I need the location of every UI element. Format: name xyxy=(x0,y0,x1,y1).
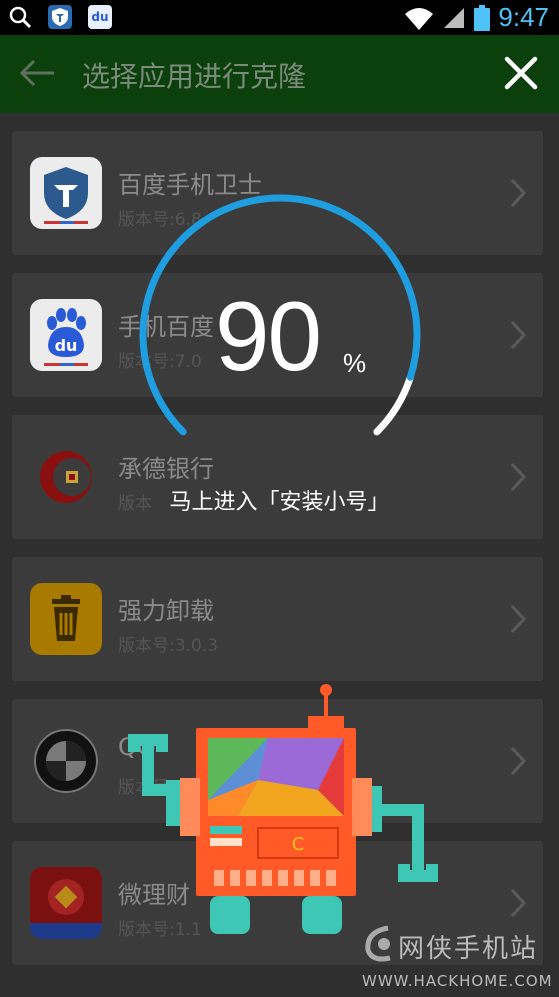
progress-value: 90 xyxy=(215,281,322,391)
trash-can-icon xyxy=(30,583,102,655)
robot-illustration: C xyxy=(128,684,438,934)
red-envelope-icon xyxy=(30,867,102,939)
clock: 9:47 xyxy=(498,2,549,32)
app-bar: 选择应用进行克隆 xyxy=(0,35,559,113)
watermark-url: WWW.HACKHOME.COM xyxy=(362,972,553,990)
watermark-logo-icon xyxy=(365,925,391,962)
page-title: 选择应用进行克隆 xyxy=(82,60,307,93)
progress-ring-track xyxy=(373,373,414,436)
baidu-app-icon: du xyxy=(88,5,112,29)
wifi-icon xyxy=(405,7,434,30)
baidu-paw-icon: du xyxy=(30,299,102,371)
list-item[interactable]: 强力卸载 版本号:3.0.3 xyxy=(12,557,543,681)
chevron-right-icon xyxy=(510,746,527,776)
progress-message: 马上进入「安装小号」 xyxy=(169,490,390,515)
arrow-left-icon[interactable] xyxy=(18,55,58,91)
baidu-guard-shield-icon xyxy=(30,157,102,229)
signal-icon xyxy=(444,7,465,28)
bmw-logo-icon xyxy=(30,725,102,797)
app-version: 版本号:3.0.3 xyxy=(118,636,218,656)
close-icon[interactable] xyxy=(501,53,541,93)
watermark-title: 网侠手机站 xyxy=(398,934,539,964)
status-bar: du 9:47 xyxy=(0,0,559,35)
robot-chest-letter: C xyxy=(292,834,305,855)
svg-text:du: du xyxy=(55,336,78,355)
battery-icon xyxy=(474,4,491,31)
chevron-right-icon xyxy=(510,320,527,350)
shield-app-icon xyxy=(48,5,72,29)
watermark: 网侠手机站 WWW.HACKHOME.COM xyxy=(362,920,559,997)
chevron-right-icon xyxy=(510,604,527,634)
progress-unit: % xyxy=(343,348,367,378)
chevron-right-icon xyxy=(510,888,527,918)
app-name: 强力卸载 xyxy=(118,597,214,625)
search-icon xyxy=(9,6,32,29)
chevron-right-icon xyxy=(510,178,527,208)
